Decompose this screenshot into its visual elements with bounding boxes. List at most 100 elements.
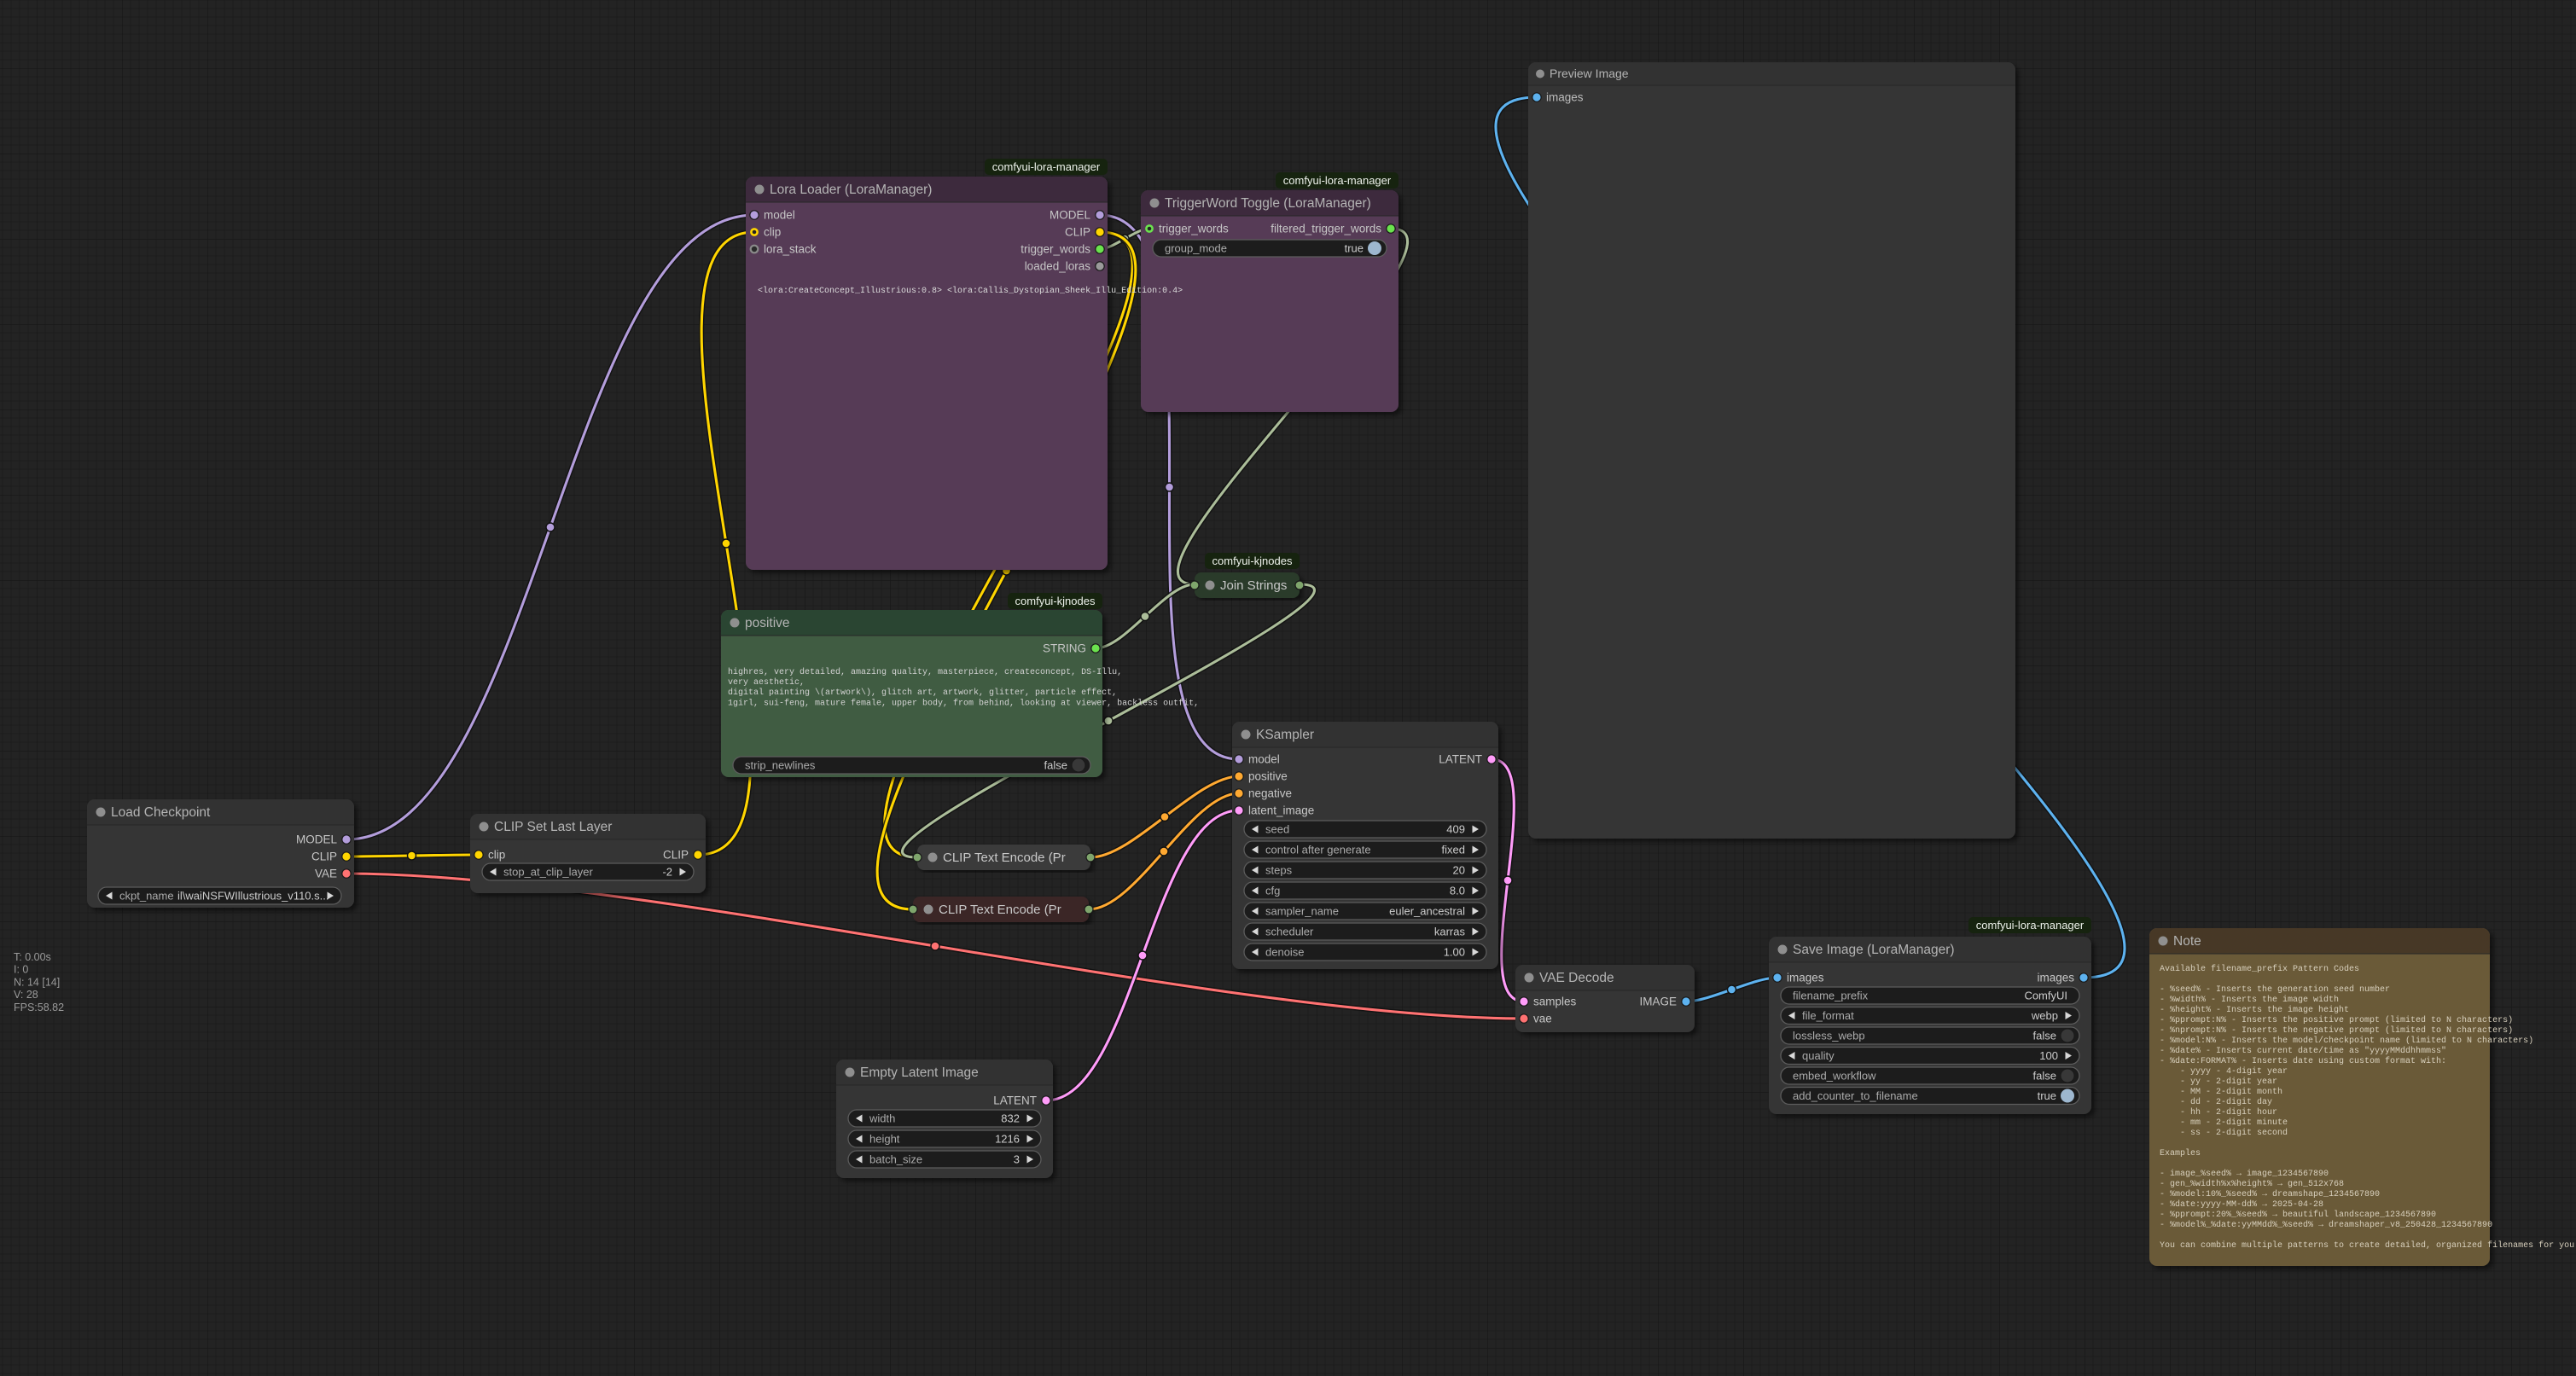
svg-text:file_format: file_format bbox=[1802, 1009, 1854, 1022]
svg-text:Empty Latent Image: Empty Latent Image bbox=[860, 1065, 979, 1080]
svg-text:Preview Image: Preview Image bbox=[1550, 67, 1629, 80]
svg-text:- %model:N% - Inserts the mode: - %model:N% - Inserts the model/checkpoi… bbox=[2160, 1036, 2533, 1046]
svg-text:CLIP Set Last Layer: CLIP Set Last Layer bbox=[494, 820, 612, 834]
svg-text:embed_workflow: embed_workflow bbox=[1793, 1070, 1876, 1083]
svg-text:- ss - 2-digit second: - ss - 2-digit second bbox=[2160, 1128, 2288, 1138]
svg-text:clip: clip bbox=[764, 226, 781, 239]
svg-text:- dd - 2-digit day: - dd - 2-digit day bbox=[2160, 1097, 2272, 1107]
svg-text:409: 409 bbox=[1446, 823, 1465, 836]
svg-text:- mm - 2-digit minute: - mm - 2-digit minute bbox=[2160, 1118, 2288, 1128]
svg-text:trigger_words: trigger_words bbox=[1021, 243, 1090, 256]
svg-text:clip: clip bbox=[488, 849, 505, 862]
svg-text:control after generate: control after generate bbox=[1265, 844, 1371, 856]
svg-text:karras: karras bbox=[1434, 926, 1466, 938]
svg-text:euler_ancestral: euler_ancestral bbox=[1389, 905, 1465, 918]
svg-text:- gen_%width%x%height% → gen_5: - gen_%width%x%height% → gen_512x768 bbox=[2160, 1179, 2344, 1189]
svg-text:LATENT: LATENT bbox=[993, 1094, 1037, 1107]
svg-text:comfyui-lora-manager: comfyui-lora-manager bbox=[1283, 174, 1392, 187]
svg-text:batch_size: batch_size bbox=[869, 1153, 922, 1166]
svg-text:Load Checkpoint: Load Checkpoint bbox=[111, 805, 211, 820]
svg-text:Save Image (LoraManager): Save Image (LoraManager) bbox=[1793, 943, 1955, 957]
svg-text:- %date:yyyy-MM-dd% → 2025-04-: - %date:yyyy-MM-dd% → 2025-04-28 bbox=[2160, 1199, 2323, 1210]
svg-text:vae: vae bbox=[1533, 1013, 1552, 1025]
svg-text:- %date% - Inserts current dat: - %date% - Inserts current date/time as … bbox=[2160, 1046, 2446, 1056]
svg-text:height: height bbox=[869, 1133, 900, 1146]
svg-text:100: 100 bbox=[2039, 1049, 2058, 1062]
svg-text:N: 14 [14]: N: 14 [14] bbox=[14, 976, 60, 988]
svg-text:ckpt_name: ckpt_name bbox=[119, 890, 174, 903]
svg-text:comfyui-kjnodes: comfyui-kjnodes bbox=[1212, 554, 1293, 567]
svg-text:-2: -2 bbox=[662, 866, 672, 879]
svg-text:stop_at_clip_layer: stop_at_clip_layer bbox=[503, 866, 593, 879]
svg-text:false: false bbox=[2033, 1030, 2056, 1042]
svg-text:very aesthetic,: very aesthetic, bbox=[728, 677, 805, 688]
svg-text:You can combine multiple patte: You can combine multiple patterns to cre… bbox=[2160, 1240, 2574, 1251]
svg-text:negative: negative bbox=[1248, 787, 1292, 800]
svg-text:loaded_loras: loaded_loras bbox=[1025, 260, 1091, 273]
svg-text:1.00: 1.00 bbox=[1444, 946, 1465, 959]
svg-text:IMAGE: IMAGE bbox=[1639, 996, 1677, 1008]
svg-text:- %model%_%date:yyMMdd%_%seed%: - %model%_%date:yyMMdd%_%seed% → dreamsh… bbox=[2160, 1220, 2492, 1230]
svg-text:fixed: fixed bbox=[1442, 844, 1465, 856]
svg-text:steps: steps bbox=[1265, 864, 1293, 877]
svg-text:MODEL: MODEL bbox=[1050, 209, 1091, 222]
svg-text:I: 0: I: 0 bbox=[14, 964, 28, 976]
svg-text:images: images bbox=[1546, 91, 1584, 104]
svg-text:digital painting \(artwork\),: digital painting \(artwork\), glitch art… bbox=[728, 688, 1117, 698]
svg-text:cfg: cfg bbox=[1265, 885, 1280, 897]
svg-text:CLIP Text Encode (Pr: CLIP Text Encode (Pr bbox=[939, 903, 1061, 917]
svg-text:sampler_name: sampler_name bbox=[1265, 905, 1339, 918]
svg-text:- %pprompt:20%_%seed% → beauti: - %pprompt:20%_%seed% → beautiful landsc… bbox=[2160, 1210, 2436, 1220]
svg-text:true: true bbox=[2038, 1089, 2056, 1102]
svg-text:filtered_trigger_words: filtered_trigger_words bbox=[1271, 223, 1381, 235]
svg-text:comfyui-kjnodes: comfyui-kjnodes bbox=[1015, 595, 1096, 607]
svg-text:false: false bbox=[2033, 1070, 2056, 1083]
svg-text:- %width% - Inserts the image: - %width% - Inserts the image width bbox=[2160, 995, 2339, 1005]
svg-text:T: 0.00s: T: 0.00s bbox=[14, 951, 51, 963]
svg-text:trigger_words: trigger_words bbox=[1159, 223, 1229, 235]
svg-text:true: true bbox=[1345, 242, 1364, 255]
svg-text:positive: positive bbox=[745, 616, 790, 630]
svg-text:Lora Loader (LoraManager): Lora Loader (LoraManager) bbox=[770, 183, 932, 197]
svg-text:model: model bbox=[764, 209, 795, 222]
svg-text:MODEL: MODEL bbox=[296, 833, 338, 846]
svg-text:TriggerWord Toggle (LoraManage: TriggerWord Toggle (LoraManager) bbox=[1165, 196, 1371, 211]
svg-text:- %pprompt:N% - Inserts the po: - %pprompt:N% - Inserts the positive pro… bbox=[2160, 1015, 2513, 1025]
svg-text:positive: positive bbox=[1248, 770, 1288, 783]
svg-text:1216: 1216 bbox=[995, 1133, 1020, 1146]
svg-text:images: images bbox=[2037, 972, 2074, 984]
svg-text:- hh - 2-digit hour: - hh - 2-digit hour bbox=[2160, 1107, 2277, 1118]
svg-text:latent_image: latent_image bbox=[1248, 804, 1314, 817]
svg-text:- %seed% - Inserts the generat: - %seed% - Inserts the generation seed n… bbox=[2160, 984, 2390, 995]
svg-text:width: width bbox=[869, 1112, 895, 1125]
svg-text:V: 28: V: 28 bbox=[14, 989, 38, 1001]
svg-text:Examples: Examples bbox=[2160, 1148, 2201, 1158]
svg-text:LATENT: LATENT bbox=[1439, 753, 1482, 766]
svg-text:3: 3 bbox=[1014, 1153, 1020, 1166]
svg-text:add_counter_to_filename: add_counter_to_filename bbox=[1793, 1089, 1918, 1102]
svg-text:- %nprompt:N% - Inserts the ne: - %nprompt:N% - Inserts the negative pro… bbox=[2160, 1025, 2513, 1036]
svg-text:webp: webp bbox=[2031, 1009, 2058, 1022]
svg-text:il\waiNSFWIllustrious_v110.s..: il\waiNSFWIllustrious_v110.s... bbox=[177, 890, 329, 903]
svg-text:CLIP Text Encode (Pr: CLIP Text Encode (Pr bbox=[943, 851, 1066, 865]
svg-text:model: model bbox=[1248, 753, 1280, 766]
svg-text:Join Strings: Join Strings bbox=[1220, 578, 1287, 593]
svg-text:- MM - 2-digit month: - MM - 2-digit month bbox=[2160, 1087, 2282, 1097]
svg-text:- yyyy - 4-digit year: - yyyy - 4-digit year bbox=[2160, 1066, 2288, 1077]
svg-text:CLIP: CLIP bbox=[311, 851, 337, 863]
svg-text:KSampler: KSampler bbox=[1256, 728, 1314, 742]
svg-text:group_mode: group_mode bbox=[1165, 242, 1227, 255]
svg-text:832: 832 bbox=[1001, 1112, 1020, 1125]
svg-text:1girl, sui-feng, mature female: 1girl, sui-feng, mature female, upper bo… bbox=[728, 698, 1199, 708]
svg-text:seed: seed bbox=[1265, 823, 1289, 836]
svg-text:<lora:CreateConcept_Illustriou: <lora:CreateConcept_Illustrious:0.8> <lo… bbox=[758, 286, 1183, 296]
svg-text:CLIP: CLIP bbox=[1065, 226, 1090, 239]
svg-text:comfyui-lora-manager: comfyui-lora-manager bbox=[1976, 919, 2085, 932]
svg-text:ComfyUI: ComfyUI bbox=[2024, 990, 2067, 1002]
svg-text:false: false bbox=[1044, 759, 1067, 772]
svg-text:images: images bbox=[1787, 972, 1824, 984]
svg-text:VAE: VAE bbox=[315, 868, 337, 880]
svg-text:- image_%seed% → image_1234567: - image_%seed% → image_1234567890 bbox=[2160, 1169, 2329, 1179]
svg-text:Note: Note bbox=[2173, 934, 2201, 949]
svg-text:lossless_webp: lossless_webp bbox=[1793, 1030, 1865, 1042]
